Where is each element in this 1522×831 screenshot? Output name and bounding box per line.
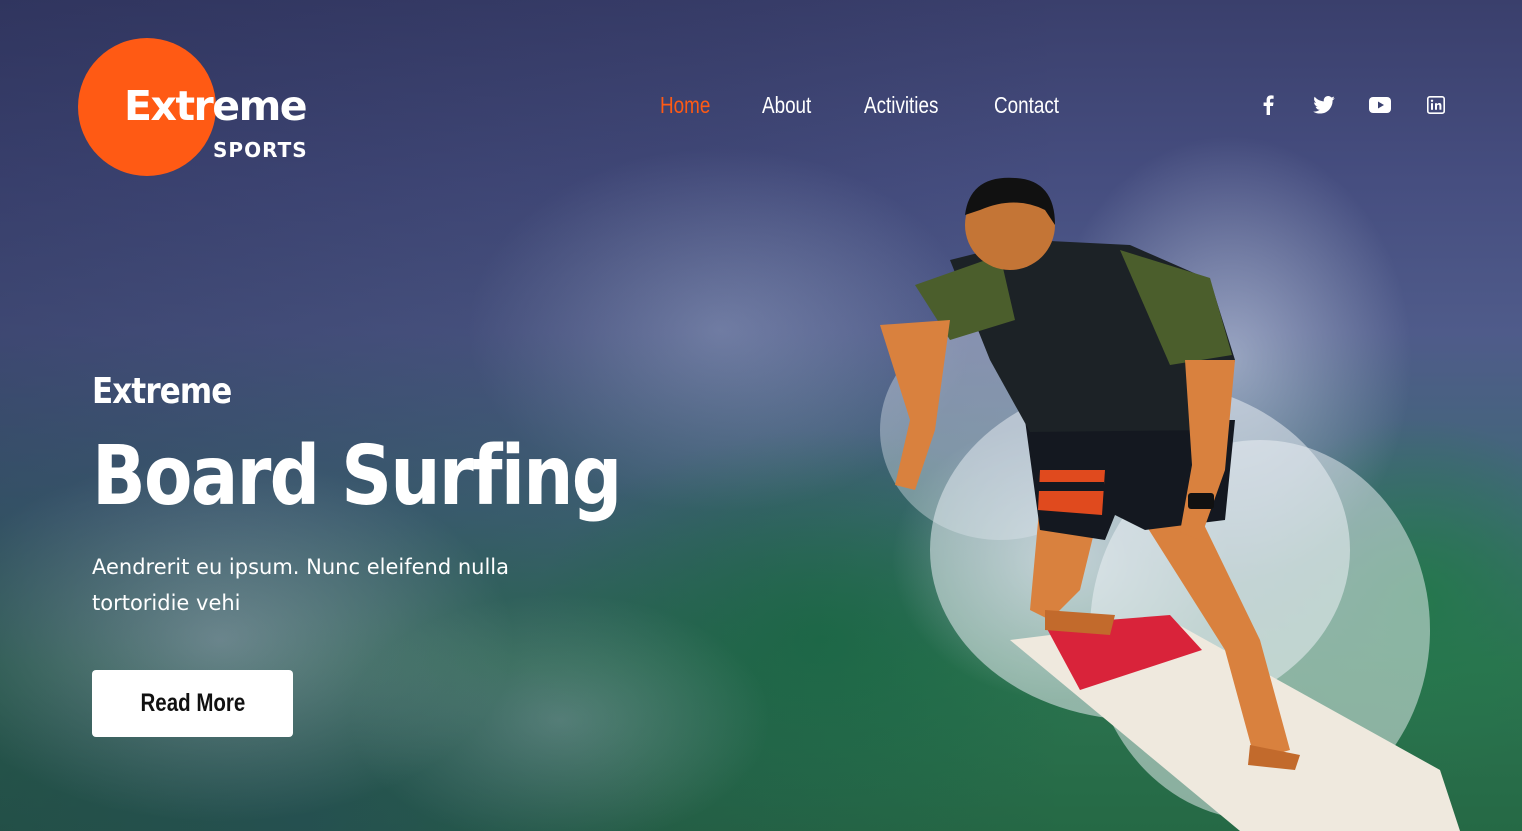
youtube-icon[interactable] xyxy=(1368,93,1392,117)
logo-tagline: SPORTS xyxy=(213,138,308,162)
nav-about[interactable]: About xyxy=(762,92,811,119)
nav-contact[interactable]: Contact xyxy=(994,92,1059,119)
logo-text: Extreme xyxy=(124,82,308,130)
hero-eyebrow: Extreme xyxy=(92,371,232,412)
nav-home[interactable]: Home xyxy=(660,92,710,119)
read-more-label: Read More xyxy=(140,689,245,717)
brand-logo[interactable]: Extreme SPORTS xyxy=(78,38,308,178)
facebook-icon[interactable] xyxy=(1256,93,1280,117)
nav-activities[interactable]: Activities xyxy=(864,92,938,119)
twitter-icon[interactable] xyxy=(1312,93,1336,117)
hero-description: Aendrerit eu ipsum. Nunc eleifend nulla … xyxy=(92,555,509,615)
hero-section: Extreme SPORTS Home About Activities Con… xyxy=(0,0,1522,831)
read-more-button[interactable]: Read More xyxy=(92,670,293,737)
hero-headline: Board Surfing xyxy=(92,429,622,524)
social-links xyxy=(1256,93,1456,119)
linkedin-icon[interactable] xyxy=(1424,93,1448,117)
surfer-image xyxy=(880,177,1460,831)
